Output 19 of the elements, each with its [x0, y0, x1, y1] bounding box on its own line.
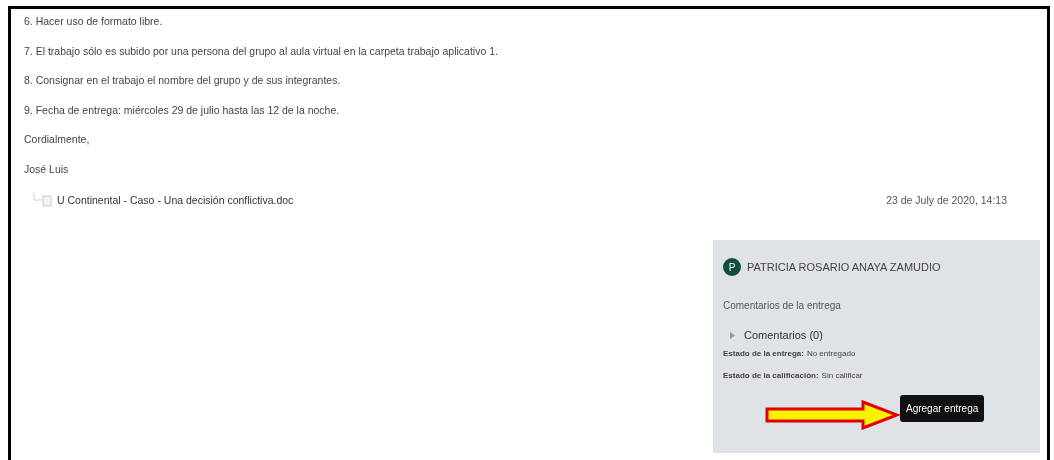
avatar: P [723, 258, 741, 276]
status-label: Estado de la entrega: [723, 347, 804, 360]
paragraph: José Luis [24, 161, 70, 177]
paragraph: 7. El trabajo sólo es subido por una persona del grupo al aula virtual en la carpeta trabajo aplicativo 1. [24, 43, 499, 59]
section-title: Comentarios de la entrega [723, 299, 842, 313]
comments-toggle[interactable]: Comentarios (0) [723, 327, 823, 344]
paragraph: 8. Consignar en el trabajo el nombre del grupo y de sus integrantes. [24, 73, 342, 89]
user-name: PATRICIA ROSARIO ANAYA ZAMUDIO [747, 259, 941, 275]
status-value: No entregado [806, 347, 856, 360]
file-icon [31, 193, 53, 208]
status-value: Sin calificar [821, 369, 863, 382]
attachment-link[interactable]: U Continental - Caso - Una decisión conflictiva.doc [57, 192, 294, 209]
status-label: Estado de la calificación: [723, 369, 819, 382]
tooltip: Agregar entrega [900, 395, 985, 422]
paragraph: 6. Hacer uso de formato libre. [24, 14, 164, 29]
paragraph: Cordialmente, [24, 132, 91, 148]
paragraph: 9. Fecha de entrega: miércoles 29 de julio hasta las 12 de la noche. [24, 102, 341, 118]
caret-right-icon [729, 331, 736, 339]
attachment-date: 23 de July de 2020, 14:13 [886, 192, 1007, 208]
